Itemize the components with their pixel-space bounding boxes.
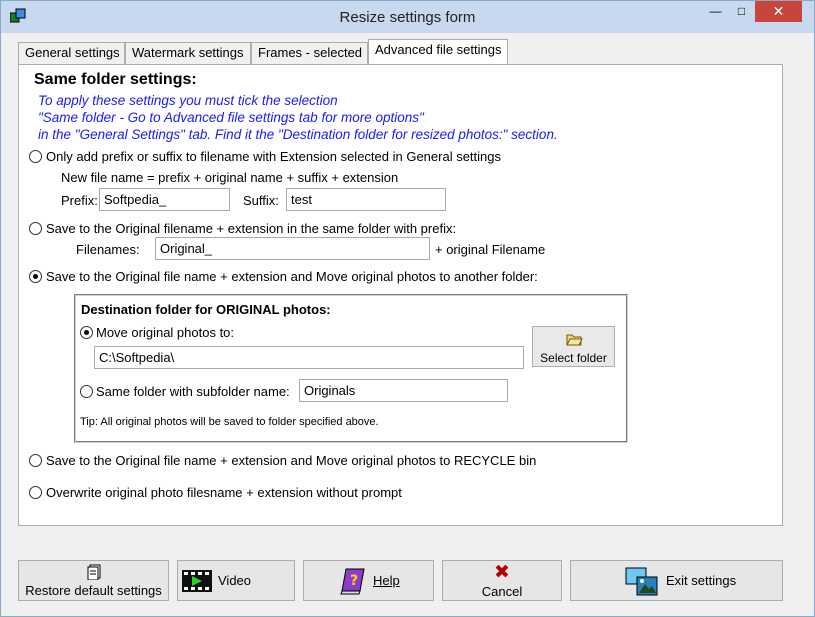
- video-icon: [182, 570, 212, 592]
- prefix-input[interactable]: Softpedia_: [99, 188, 230, 211]
- help-button[interactable]: ? Help: [303, 560, 434, 601]
- tab-watermark-settings[interactable]: Watermark settings: [125, 42, 251, 64]
- window-title: Resize settings form: [339, 9, 476, 26]
- video-label: Video: [218, 573, 252, 588]
- exit-settings-button[interactable]: Exit settings: [570, 560, 783, 601]
- resize-settings-window: Resize settings form — □ ✕ General setti…: [0, 0, 815, 617]
- suffix-label: Suffix:: [243, 193, 279, 208]
- filenames-label: Filenames:: [76, 242, 140, 257]
- svg-text:?: ?: [350, 573, 358, 589]
- minimize-icon: —: [709, 4, 722, 18]
- filenames-suffix-text: + original Filename: [435, 242, 546, 257]
- radio-overwrite[interactable]: [29, 486, 42, 499]
- video-button[interactable]: Video: [177, 560, 295, 601]
- help-book-icon: ?: [340, 568, 365, 595]
- advanced-settings-panel: Same folder settings: To apply these set…: [18, 64, 783, 526]
- subfolder-name-input[interactable]: Originals: [299, 379, 508, 402]
- filenames-prefix-input[interactable]: Original_: [155, 237, 430, 260]
- title-bar: Resize settings form — □ ✕: [1, 1, 814, 33]
- option-prefix-suffix-label[interactable]: Only add prefix or suffix to filename wi…: [46, 149, 501, 164]
- section-title: Same folder settings:: [34, 71, 197, 88]
- option-move-originals-label[interactable]: Save to the Original file name + extensi…: [46, 269, 538, 284]
- maximize-button[interactable]: □: [728, 1, 755, 22]
- option-recycle-bin-label[interactable]: Save to the Original file name + extensi…: [46, 453, 536, 468]
- radio-move-to-folder[interactable]: [80, 326, 93, 339]
- new-filename-formula: New file name = prefix + original name +…: [61, 170, 399, 185]
- restore-default-settings-button[interactable]: Restore default settings: [18, 560, 169, 601]
- destination-tip: Tip: All original photos will be saved t…: [80, 416, 379, 428]
- option-same-folder-prefix-label[interactable]: Save to the Original filename + extensio…: [46, 221, 456, 236]
- move-path-input[interactable]: C:\Softpedia\: [94, 346, 524, 369]
- prefix-label: Prefix:: [61, 193, 98, 208]
- same-folder-subfolder-label[interactable]: Same folder with subfolder name:: [96, 384, 290, 399]
- help-label: Help: [373, 573, 400, 588]
- maximize-icon: □: [737, 4, 746, 18]
- radio-prefix-suffix[interactable]: [29, 150, 42, 163]
- select-folder-label: Select folder: [540, 351, 607, 365]
- info-line-1: To apply these settings you must tick th…: [38, 93, 338, 108]
- tab-frames[interactable]: Frames - selected: [251, 42, 368, 64]
- radio-move-originals[interactable]: [29, 270, 42, 283]
- select-folder-button[interactable]: Select folder: [532, 326, 615, 367]
- restore-label: Restore default settings: [25, 583, 162, 598]
- suffix-input[interactable]: test: [286, 188, 446, 211]
- folder-icon: [566, 334, 583, 346]
- close-icon: ✕: [772, 3, 785, 19]
- radio-recycle-bin[interactable]: [29, 454, 42, 467]
- cancel-x-icon: ✖: [494, 562, 510, 583]
- radio-same-folder-subfolder[interactable]: [80, 385, 93, 398]
- cancel-label: Cancel: [481, 584, 523, 599]
- close-button[interactable]: ✕: [755, 1, 802, 22]
- exit-settings-label: Exit settings: [666, 573, 737, 588]
- info-line-2: "Same folder - Go to Advanced file setti…: [38, 110, 424, 125]
- tab-general-settings[interactable]: General settings: [18, 42, 125, 64]
- minimize-button[interactable]: —: [702, 1, 729, 22]
- destination-folder-group: Destination folder for ORIGINAL photos: …: [74, 294, 628, 443]
- radio-same-folder-prefix[interactable]: [29, 222, 42, 235]
- restore-icon: [87, 564, 101, 580]
- destination-group-title: Destination folder for ORIGINAL photos:: [81, 302, 331, 317]
- option-overwrite-label[interactable]: Overwrite original photo filesname + ext…: [46, 485, 402, 500]
- move-to-label[interactable]: Move original photos to:: [96, 325, 234, 340]
- tab-advanced-file-settings[interactable]: Advanced file settings: [368, 39, 508, 64]
- cancel-button[interactable]: ✖ Cancel: [442, 560, 562, 601]
- exit-settings-icon: [625, 567, 658, 596]
- info-line-3: in the "General Settings" tab. Find it t…: [38, 127, 558, 142]
